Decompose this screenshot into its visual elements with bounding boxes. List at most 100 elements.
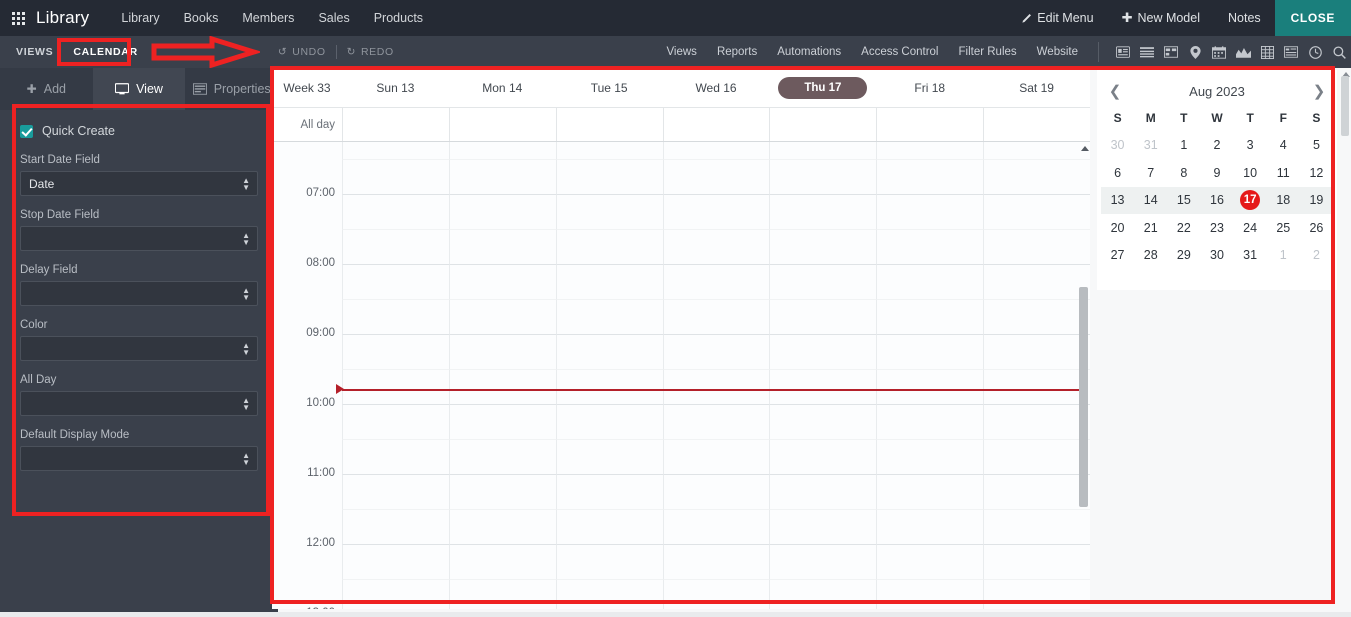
day-column-header-wed[interactable]: Wed 16 [663, 81, 770, 95]
calendar-slot[interactable] [662, 334, 770, 369]
calendar-slot[interactable] [448, 439, 556, 474]
calendar-slot[interactable] [876, 142, 983, 159]
calendar-slot[interactable] [769, 299, 877, 334]
calendar-slot[interactable] [769, 369, 877, 404]
calendar-slot[interactable] [876, 579, 984, 609]
top-menu-item-library[interactable]: Library [109, 0, 171, 36]
calendar-slot[interactable] [983, 544, 1090, 579]
notes-button[interactable]: Notes [1214, 0, 1275, 36]
calendar-slot[interactable] [342, 369, 449, 404]
calendar-slot[interactable] [342, 194, 449, 229]
mini-calendar-day[interactable]: 22 [1167, 214, 1200, 242]
mini-calendar-day[interactable]: 7 [1134, 159, 1167, 187]
calendar-slot[interactable] [662, 404, 770, 439]
mini-calendar-day[interactable]: 21 [1134, 214, 1167, 242]
calendar-slot[interactable] [342, 142, 449, 159]
mini-calendar-day[interactable]: 6 [1101, 159, 1134, 187]
calendar-scroll-up-arrow[interactable] [1081, 146, 1089, 151]
calendar-slot[interactable] [555, 369, 663, 404]
calendar-slot[interactable] [662, 194, 770, 229]
mini-calendar-day[interactable]: 1 [1167, 132, 1200, 160]
calendar-slot[interactable] [769, 264, 877, 299]
top-menu-item-members[interactable]: Members [230, 0, 306, 36]
mini-calendar-next-button[interactable]: ❯ [1305, 82, 1333, 100]
cohort-view-icon[interactable] [1303, 42, 1327, 62]
calendar-slot[interactable] [983, 159, 1090, 194]
calendar-slot[interactable] [342, 509, 449, 544]
calendar-slot[interactable] [983, 229, 1090, 264]
close-button[interactable]: CLOSE [1274, 0, 1351, 36]
calendar-slot[interactable] [662, 159, 770, 194]
calendar-slot[interactable] [983, 194, 1090, 229]
calendar-slot[interactable] [769, 509, 877, 544]
card-view-icon[interactable] [1111, 42, 1135, 62]
calendar-slot[interactable] [342, 439, 449, 474]
calendar-slot[interactable] [448, 334, 556, 369]
mini-calendar-day[interactable]: 3 [1234, 132, 1267, 160]
mini-calendar-day[interactable]: 18 [1266, 186, 1300, 214]
calendar-slot[interactable] [342, 544, 449, 579]
map-view-icon[interactable] [1183, 42, 1207, 62]
calendar-slot[interactable] [876, 509, 984, 544]
calendar-slot[interactable] [555, 142, 663, 159]
all-day-cell[interactable] [983, 108, 1090, 141]
edit-menu-button[interactable]: Edit Menu [1007, 0, 1107, 36]
calendar-slot[interactable] [448, 544, 556, 579]
mini-calendar-day[interactable]: 8 [1167, 159, 1200, 187]
calendar-slot[interactable] [342, 264, 449, 299]
calendar-slot[interactable] [876, 299, 984, 334]
calendar-scrollbar[interactable] [1079, 287, 1088, 507]
calendar-slot[interactable] [448, 404, 556, 439]
mini-calendar-day[interactable]: 15 [1167, 186, 1201, 214]
calendar-slot[interactable] [555, 159, 663, 194]
mini-calendar-day[interactable]: 28 [1134, 242, 1167, 270]
mini-calendar-day[interactable]: 1 [1267, 242, 1300, 270]
mini-calendar-day[interactable]: 14 [1134, 186, 1168, 214]
calendar-slot[interactable] [769, 229, 877, 264]
calendar-slot[interactable] [448, 579, 556, 609]
day-column-header-sat[interactable]: Sat 19 [983, 81, 1090, 95]
calendar-slot[interactable] [876, 369, 984, 404]
calendar-slot[interactable] [769, 544, 877, 579]
color-field-select[interactable]: ▲ ▼ [20, 336, 258, 361]
calendar-slot[interactable] [662, 439, 770, 474]
tab-calendar[interactable]: CALENDAR [63, 42, 148, 62]
start-date-field-select[interactable]: Date ▲ ▼ [20, 171, 258, 196]
calendar-slot[interactable] [448, 194, 556, 229]
calendar-slot[interactable] [662, 264, 770, 299]
gantt-view-icon[interactable] [1159, 42, 1183, 62]
calendar-slot[interactable] [555, 509, 663, 544]
mini-calendar-day-today[interactable]: 17 [1233, 186, 1267, 214]
calendar-slot[interactable] [876, 474, 984, 509]
mini-calendar-prev-button[interactable]: ❮ [1101, 82, 1129, 100]
calendar-slot[interactable] [342, 299, 449, 334]
calendar-slot[interactable] [876, 159, 984, 194]
submenu-item-website[interactable]: Website [1027, 46, 1088, 58]
day-column-header-sun[interactable]: Sun 13 [342, 81, 449, 95]
calendar-slot[interactable] [983, 264, 1090, 299]
calendar-slot[interactable] [448, 474, 556, 509]
calendar-slot[interactable] [662, 229, 770, 264]
graph-view-icon[interactable] [1231, 42, 1255, 62]
submenu-item-automations[interactable]: Automations [767, 46, 851, 58]
redo-button[interactable]: ↻ REDO [337, 46, 404, 58]
calendar-slot[interactable] [555, 264, 663, 299]
mini-calendar-day[interactable]: 19 [1299, 186, 1333, 214]
calendar-slot[interactable] [769, 159, 877, 194]
all-day-cell[interactable] [448, 108, 556, 141]
sidebar-tab-view[interactable]: View [92, 68, 186, 110]
calendar-slot[interactable] [555, 229, 663, 264]
calendar-slot[interactable] [769, 142, 876, 159]
calendar-slot[interactable] [662, 474, 770, 509]
calendar-slot[interactable] [448, 509, 556, 544]
calendar-slot[interactable] [662, 509, 770, 544]
top-menu-item-products[interactable]: Products [362, 0, 435, 36]
mini-calendar-day[interactable]: 23 [1200, 214, 1233, 242]
calendar-slot[interactable] [876, 229, 984, 264]
calendar-view-icon[interactable] [1207, 42, 1231, 62]
calendar-slot[interactable] [662, 369, 770, 404]
day-column-header-thu[interactable]: Thu 17 [769, 76, 876, 99]
calendar-slot[interactable] [876, 194, 984, 229]
calendar-slot[interactable] [983, 369, 1090, 404]
submenu-item-views[interactable]: Views [656, 46, 706, 58]
